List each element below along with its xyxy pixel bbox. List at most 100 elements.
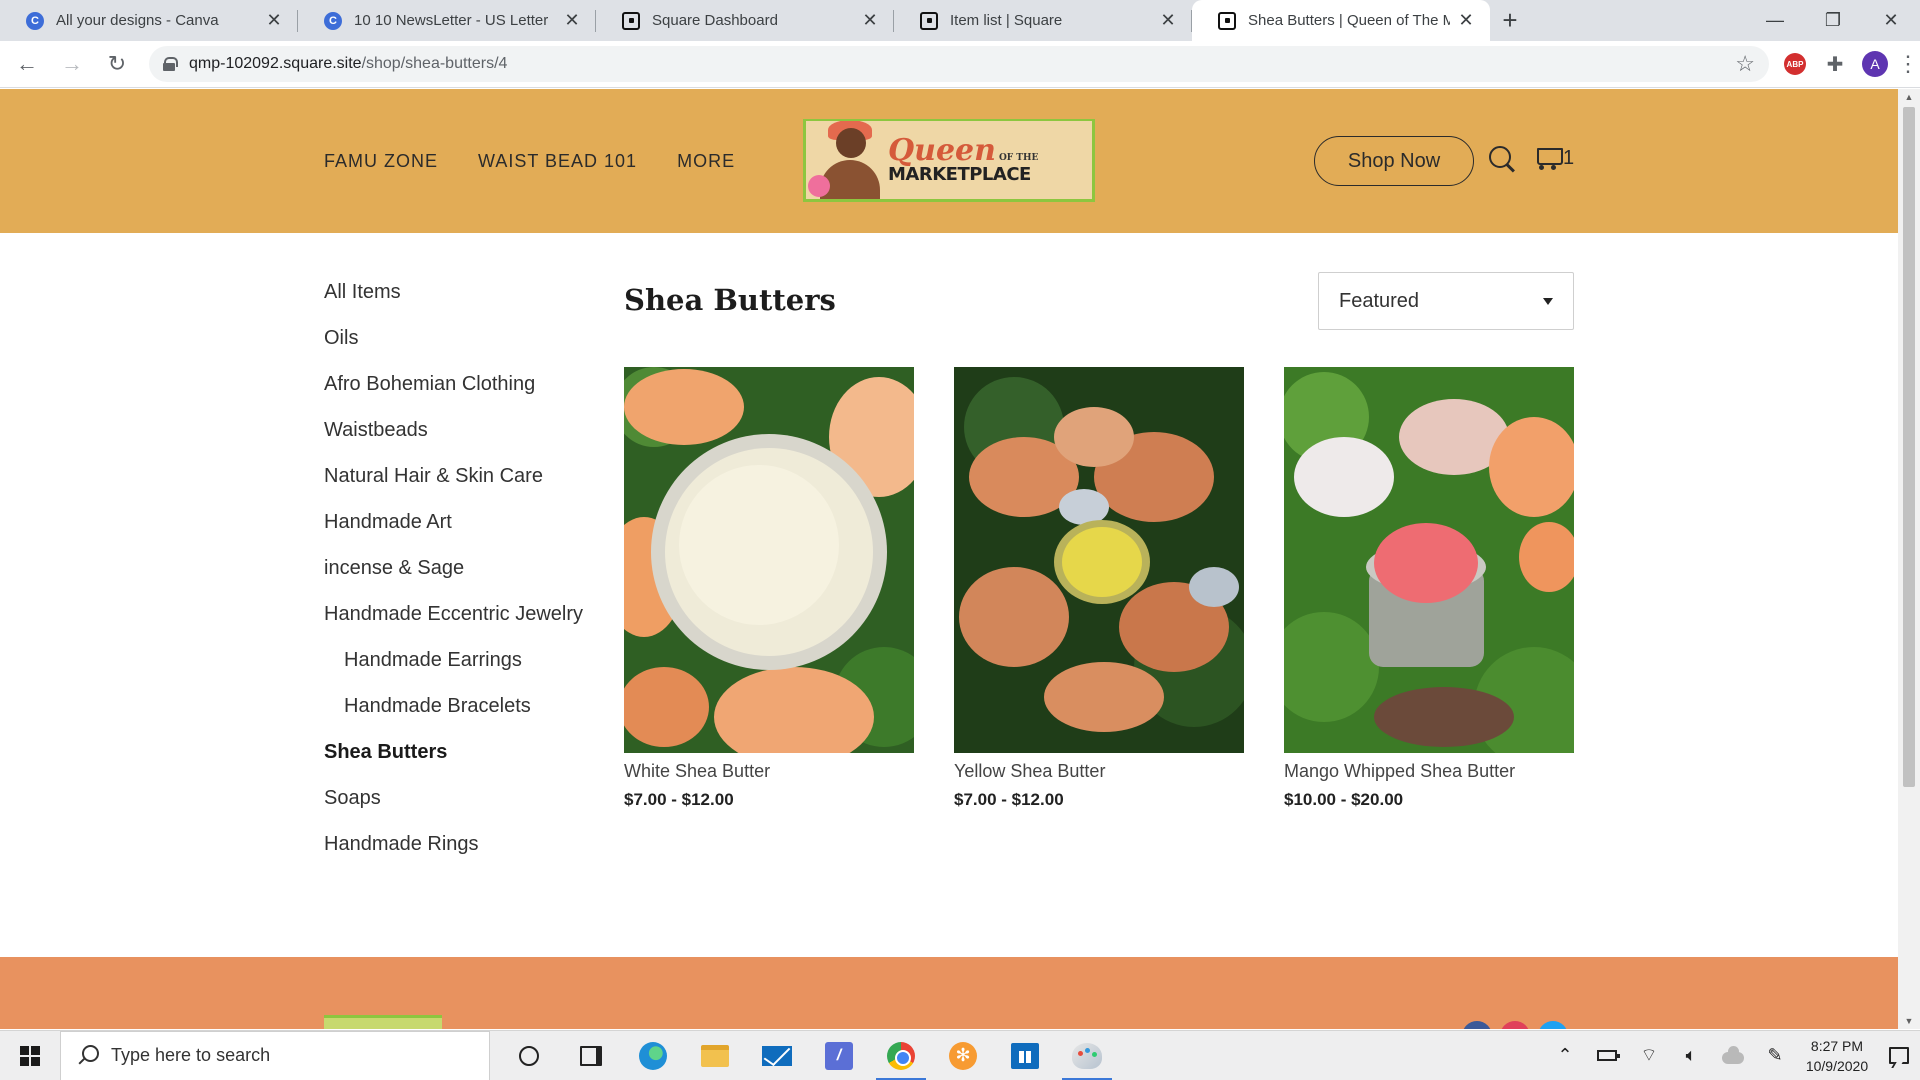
product-name[interactable]: Yellow Shea Butter	[954, 761, 1244, 782]
category-item[interactable]: All Items	[324, 280, 583, 326]
battery-button[interactable]	[1586, 1031, 1628, 1080]
pen-workspace-button[interactable]: ✎	[1754, 1031, 1796, 1080]
cart-count: 1	[1563, 146, 1575, 169]
mail-app[interactable]	[746, 1031, 808, 1080]
category-item[interactable]: Handmade Art	[324, 510, 583, 556]
category-item[interactable]: incense & Sage	[324, 556, 583, 602]
forward-arrow-icon[interactable]: →	[54, 46, 90, 82]
product-card[interactable]: Mango Whipped Shea Butter $10.00 - $20.0…	[1284, 367, 1574, 810]
maximize-button[interactable]: ❐	[1804, 0, 1862, 41]
network-button[interactable]: ⌔	[1628, 1031, 1670, 1080]
browser-tab[interactable]: Square Dashboard ✕	[596, 0, 894, 41]
vpn-app[interactable]: /	[808, 1031, 870, 1080]
product-card[interactable]: Yellow Shea Butter $7.00 - $12.00	[954, 367, 1244, 810]
file-explorer-app[interactable]	[684, 1031, 746, 1080]
tab-close-icon[interactable]: ✕	[1456, 10, 1476, 31]
task-view-button[interactable]	[560, 1031, 622, 1080]
chrome-app[interactable]	[870, 1031, 932, 1080]
address-bar[interactable]: qmp-102092.square.site/shop/shea-butters…	[149, 46, 1769, 82]
facebook-icon[interactable]	[1462, 1021, 1492, 1029]
tab-close-icon[interactable]: ✕	[860, 10, 880, 31]
browser-menu-icon[interactable]: ⋮	[1897, 51, 1919, 77]
scroll-down-arrow-icon[interactable]: ▼	[1903, 1016, 1915, 1026]
product-price: $10.00 - $20.00	[1284, 790, 1404, 809]
product-card[interactable]: White Shea Butter $7.00 - $12.00	[624, 367, 914, 810]
clock[interactable]: 8:27 PM 10/9/2020	[1796, 1036, 1878, 1076]
nav-link-famu-zone[interactable]: FAMU ZONE	[324, 151, 438, 172]
show-hidden-icons-button[interactable]: ⌃	[1544, 1031, 1586, 1080]
site-header: FAMU ZONE WAIST BEAD 101 MORE Queen OF TH…	[0, 89, 1898, 233]
scroll-up-arrow-icon[interactable]: ▲	[1903, 92, 1915, 102]
browser-tab[interactable]: C All your designs - Canva ✕	[0, 0, 298, 41]
twitter-icon[interactable]	[1538, 1021, 1568, 1029]
product-name[interactable]: Mango Whipped Shea Butter	[1284, 761, 1574, 782]
product-grid: White Shea Butter $7.00 - $12.00 Yellow …	[624, 367, 1574, 810]
category-item-active[interactable]: Shea Butters	[324, 740, 583, 786]
search-icon[interactable]	[1489, 146, 1517, 174]
profile-button[interactable]: A	[1861, 50, 1889, 78]
subcategory-item[interactable]: Handmade Earrings	[324, 648, 583, 694]
scrollbar-thumb[interactable]	[1903, 107, 1915, 787]
store-app[interactable]	[994, 1031, 1056, 1080]
square-favicon-icon	[622, 11, 640, 30]
snow-app[interactable]: ✻	[932, 1031, 994, 1080]
product-image[interactable]	[1284, 367, 1574, 753]
windows-logo-icon	[20, 1045, 40, 1066]
reload-icon[interactable]: ↻	[99, 46, 135, 82]
category-item[interactable]: Handmade Rings	[324, 832, 583, 878]
notification-icon	[1889, 1047, 1909, 1064]
product-image[interactable]	[624, 367, 914, 753]
category-item[interactable]: Waistbeads	[324, 418, 583, 464]
page-scrollbar[interactable]: ▲ ▼	[1898, 89, 1920, 1029]
volume-button[interactable]: 🔈︎	[1670, 1031, 1712, 1080]
task-view-icon	[580, 1045, 602, 1066]
adblock-extension-button[interactable]: ABP	[1781, 50, 1809, 78]
battery-icon	[1597, 1050, 1620, 1061]
product-image[interactable]	[954, 367, 1244, 753]
cortana-button[interactable]	[498, 1031, 560, 1080]
sort-dropdown[interactable]: Featured	[1318, 272, 1574, 330]
paint-app[interactable]	[1056, 1031, 1118, 1080]
minimize-button[interactable]: —	[1746, 0, 1804, 41]
category-item[interactable]: Handmade Eccentric Jewelry	[324, 602, 583, 648]
product-photo-yellow-shea	[954, 367, 1244, 753]
browser-tab-active[interactable]: Shea Butters | Queen of The Mar ✕	[1192, 0, 1490, 41]
category-item[interactable]: Oils	[324, 326, 583, 372]
category-item[interactable]: Natural Hair & Skin Care	[324, 464, 583, 510]
bookmark-star-icon[interactable]: ☆	[1735, 51, 1755, 77]
logo-wordmark: Queen OF THE MARKETPLACE	[888, 136, 1038, 184]
onedrive-button[interactable]	[1712, 1031, 1754, 1080]
browser-tab[interactable]: C 10 10 NewsLetter - US Letter ✕	[298, 0, 596, 41]
subcategory-item[interactable]: Handmade Bracelets	[324, 694, 583, 740]
main-nav: FAMU ZONE WAIST BEAD 101 MORE	[324, 151, 735, 172]
chevron-up-icon: ⌃	[1557, 1045, 1573, 1065]
logo-illustration	[806, 121, 894, 199]
back-arrow-icon[interactable]: ←	[9, 46, 45, 82]
product-name[interactable]: White Shea Butter	[624, 761, 914, 782]
tab-close-icon[interactable]: ✕	[264, 10, 284, 31]
new-tab-button[interactable]: +	[1490, 0, 1530, 41]
tab-close-icon[interactable]: ✕	[562, 10, 582, 31]
category-item[interactable]: Afro Bohemian Clothing	[324, 372, 583, 418]
shop-now-button[interactable]: Shop Now	[1314, 136, 1474, 186]
edge-app[interactable]	[622, 1031, 684, 1080]
taskbar-search-box[interactable]: Type here to search	[60, 1030, 490, 1080]
nav-link-waist-bead-101[interactable]: WAIST BEAD 101	[478, 151, 637, 172]
category-item[interactable]: Soaps	[324, 786, 583, 832]
tab-close-icon[interactable]: ✕	[1158, 10, 1178, 31]
cart-button[interactable]: 1	[1533, 145, 1574, 171]
nav-link-more[interactable]: MORE	[677, 151, 735, 172]
tab-title: Square Dashboard	[652, 12, 778, 29]
tab-title: Item list | Square	[950, 12, 1063, 29]
browser-tab[interactable]: Item list | Square ✕	[894, 0, 1192, 41]
start-button[interactable]	[0, 1031, 60, 1080]
product-price: $7.00 - $12.00	[624, 790, 734, 809]
site-logo[interactable]: Queen OF THE MARKETPLACE	[803, 119, 1095, 202]
clock-date: 10/9/2020	[1805, 1057, 1869, 1074]
instagram-icon[interactable]	[1500, 1021, 1530, 1029]
action-center-button[interactable]	[1878, 1031, 1920, 1080]
footer-logo[interactable]	[324, 1015, 442, 1029]
extensions-puzzle-icon[interactable]: ✚	[1821, 50, 1849, 78]
clock-time: 8:27 PM	[1810, 1037, 1864, 1054]
close-window-button[interactable]: ✕	[1862, 0, 1920, 41]
